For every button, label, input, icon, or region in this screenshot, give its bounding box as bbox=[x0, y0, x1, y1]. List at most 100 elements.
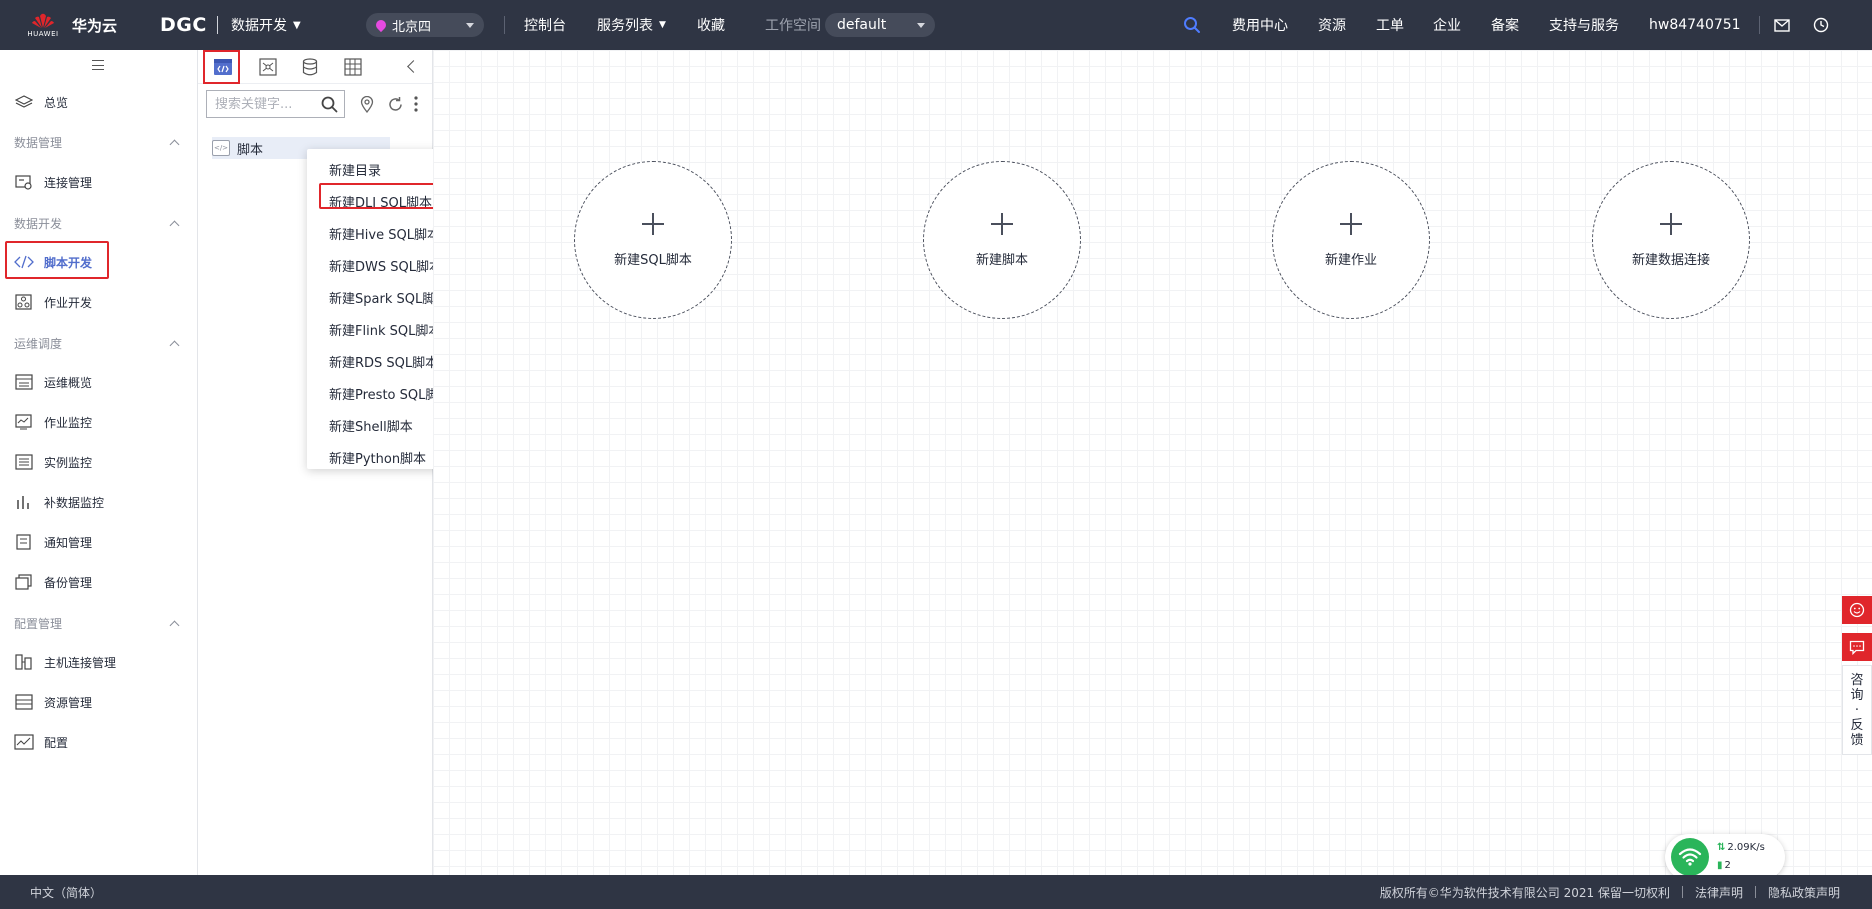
more-options-button[interactable] bbox=[406, 94, 426, 114]
resource-icon bbox=[14, 693, 34, 711]
network-status-widget[interactable]: ⇅ 2.09K/s ▮ 2 bbox=[1665, 834, 1785, 880]
feedback-char: · bbox=[1854, 702, 1860, 718]
sidebar-item-label: 实例监控 bbox=[44, 455, 93, 470]
locate-button[interactable] bbox=[357, 94, 377, 114]
user-account[interactable]: hw84740751 bbox=[1649, 0, 1741, 50]
privacy-link[interactable]: 隐私政策声明 bbox=[1768, 884, 1840, 901]
refresh-button[interactable] bbox=[385, 94, 405, 114]
new-script-button[interactable]: 新建脚本 bbox=[923, 161, 1081, 319]
wifi-icon bbox=[1671, 838, 1709, 876]
sidebar-item-label: 补数据监控 bbox=[44, 495, 105, 510]
sidebar-group-title: 数据开发 bbox=[14, 216, 63, 231]
network-count: 2 bbox=[1724, 860, 1731, 871]
search-button[interactable] bbox=[1183, 0, 1201, 50]
new-data-connection-button[interactable]: 新建数据连接 bbox=[1592, 161, 1750, 319]
highlight-box bbox=[203, 50, 240, 84]
feedback-char: 反 bbox=[1850, 717, 1864, 733]
module-switcher[interactable]: 数据开发 ▼ bbox=[231, 0, 301, 50]
sidebar-item-connection-management[interactable]: 连接管理 bbox=[14, 172, 92, 192]
feedback-char: 咨 bbox=[1850, 672, 1864, 688]
nav-favorites[interactable]: 收藏 bbox=[697, 0, 725, 50]
highlight-box bbox=[5, 241, 109, 279]
nav-console[interactable]: 控制台 bbox=[524, 0, 566, 50]
header-divider bbox=[1759, 16, 1760, 34]
history-button[interactable] bbox=[1813, 0, 1829, 50]
nav-support[interactable]: 支持与服务 bbox=[1549, 0, 1619, 50]
notification-icon bbox=[14, 533, 34, 551]
bar-chart-icon bbox=[14, 493, 34, 511]
messages-button[interactable] bbox=[1774, 0, 1790, 50]
collapse-panel-icon[interactable] bbox=[407, 60, 420, 73]
sidebar-item-notification-management[interactable]: 通知管理 bbox=[14, 532, 92, 552]
location-pin-icon bbox=[373, 17, 389, 33]
tree-search-input[interactable] bbox=[215, 96, 315, 112]
dropdown-arrow-icon bbox=[466, 23, 474, 28]
tree-tab-bar bbox=[198, 50, 432, 84]
sidebar-item-label: 连接管理 bbox=[44, 175, 93, 190]
tab-data-connections[interactable] bbox=[298, 56, 322, 78]
sidebar-item-ops-overview[interactable]: 运维概览 bbox=[14, 372, 92, 392]
workspace-selector[interactable]: default bbox=[825, 0, 935, 50]
nav-icp[interactable]: 备案 bbox=[1491, 0, 1519, 50]
location-icon bbox=[360, 95, 374, 113]
nav-tickets[interactable]: 工单 bbox=[1376, 0, 1404, 50]
sidebar-item-backup-management[interactable]: 备份管理 bbox=[14, 572, 92, 592]
quick-action-label: 新建脚本 bbox=[975, 252, 1028, 268]
nav-enterprise[interactable]: 企业 bbox=[1433, 0, 1461, 50]
tab-jobs[interactable] bbox=[256, 56, 280, 78]
caret-down-icon: ▼ bbox=[659, 20, 666, 30]
header-divider bbox=[217, 0, 218, 50]
copyright-text: 版权所有©华为软件技术有限公司 2021 保留一切权利 bbox=[1379, 885, 1670, 900]
feedback-button[interactable]: 咨 询 · 反 馈 bbox=[1842, 665, 1872, 755]
sidebar-group-data-management[interactable]: 数据管理 bbox=[14, 132, 184, 152]
nav-service-list[interactable]: 服务列表 ▼ bbox=[597, 0, 666, 50]
sidebar-item-label: 作业监控 bbox=[44, 415, 93, 430]
language-switcher[interactable]: 中文（简体） bbox=[30, 875, 102, 909]
new-sql-script-button[interactable]: 新建SQL脚本 bbox=[574, 161, 732, 319]
table-icon bbox=[344, 58, 362, 76]
new-job-button[interactable]: 新建作业 bbox=[1272, 161, 1430, 319]
smiley-icon bbox=[1849, 602, 1865, 618]
mail-icon bbox=[1774, 18, 1790, 32]
nav-service-list-label: 服务列表 bbox=[597, 18, 653, 34]
huawei-flower-icon bbox=[32, 13, 54, 28]
server-icon bbox=[14, 653, 34, 671]
header-divider bbox=[504, 16, 505, 34]
search-icon[interactable] bbox=[321, 96, 338, 113]
sidebar-group-operations[interactable]: 运维调度 bbox=[14, 333, 184, 353]
chat-button[interactable] bbox=[1842, 633, 1872, 661]
sidebar-item-configuration[interactable]: 配置 bbox=[14, 732, 68, 752]
sidebar-item-label: 资源管理 bbox=[44, 695, 93, 710]
satisfaction-button[interactable] bbox=[1842, 596, 1872, 624]
huawei-logo[interactable]: HUAWEI bbox=[24, 0, 62, 50]
backup-icon bbox=[14, 573, 34, 591]
sidebar-item-resource-management[interactable]: 资源管理 bbox=[14, 692, 92, 712]
sidebar-item-instance-monitoring[interactable]: 实例监控 bbox=[14, 452, 92, 472]
brand-name[interactable]: 华为云 bbox=[72, 0, 117, 50]
sidebar-item-backfill-monitoring[interactable]: 补数据监控 bbox=[14, 492, 104, 512]
legal-link[interactable]: 法律声明 bbox=[1695, 884, 1743, 901]
connection-icon bbox=[14, 173, 34, 191]
main-canvas: 新建SQL脚本 新建脚本 新建作业 新建数据连接 bbox=[433, 50, 1872, 875]
feedback-char: 馈 bbox=[1850, 732, 1864, 748]
nav-resources[interactable]: 资源 bbox=[1318, 0, 1346, 50]
sidebar-item-overview[interactable]: 总览 bbox=[14, 92, 68, 112]
sidebar-group-title: 运维调度 bbox=[14, 336, 63, 351]
database-icon bbox=[302, 58, 318, 76]
sidebar-group-configuration[interactable]: 配置管理 bbox=[14, 613, 184, 633]
top-navigation-bar: HUAWEI 华为云 DGC 数据开发 ▼ 北京四 控制台 服务列表 ▼ 收藏 … bbox=[0, 0, 1872, 50]
plus-icon bbox=[1660, 212, 1682, 235]
quick-action-label: 新建作业 bbox=[1324, 252, 1377, 268]
layers-icon bbox=[14, 93, 34, 111]
product-name[interactable]: DGC bbox=[160, 0, 207, 50]
plus-icon bbox=[642, 212, 664, 235]
sidebar-item-job-monitoring[interactable]: 作业监控 bbox=[14, 412, 92, 432]
sidebar-item-host-connection[interactable]: 主机连接管理 bbox=[14, 652, 116, 672]
sidebar-menu-toggle[interactable] bbox=[90, 58, 106, 72]
region-selector[interactable]: 北京四 bbox=[366, 0, 484, 50]
sidebar-item-job-development[interactable]: 作业开发 bbox=[14, 292, 92, 312]
sidebar-group-data-development[interactable]: 数据开发 bbox=[14, 213, 184, 233]
nav-billing[interactable]: 费用中心 bbox=[1232, 0, 1288, 50]
dashboard-icon bbox=[14, 373, 34, 391]
tab-tables[interactable] bbox=[341, 56, 365, 78]
